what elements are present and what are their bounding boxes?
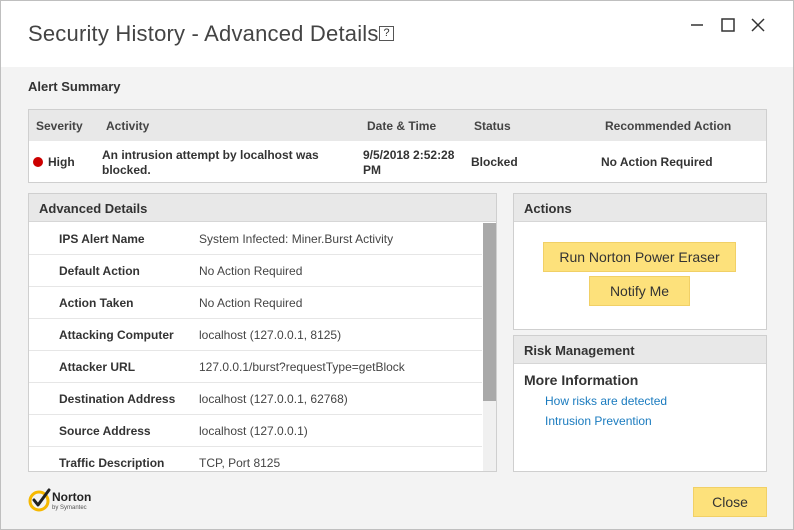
logo-text: Norton	[52, 490, 92, 504]
advanced-details-header: Advanced Details	[29, 194, 496, 222]
risk-management-title: Risk Management	[524, 343, 635, 358]
activity-value-line1: An intrusion attempt by localhost was	[102, 148, 319, 162]
detail-value: TCP, Port 8125	[199, 456, 281, 470]
help-button[interactable]: ?	[379, 26, 394, 41]
activity-value-line2: blocked.	[102, 163, 151, 177]
detail-label: Default Action	[59, 264, 140, 278]
severity-value: High	[48, 155, 75, 169]
norton-logo: Norton by Symantec	[28, 487, 108, 517]
risk-management-header: Risk Management	[514, 336, 766, 364]
actions-header: Actions	[514, 194, 766, 222]
datetime-value-line2: PM	[363, 163, 381, 177]
detail-value: localhost (127.0.0.1, 8125)	[199, 328, 342, 342]
detail-value: localhost (127.0.0.1, 62768)	[199, 392, 348, 406]
datetime-value-line1: 9/5/2018 2:52:28	[363, 148, 455, 162]
advanced-details-title: Advanced Details	[39, 201, 148, 216]
recommended-action-value: No Action Required	[601, 155, 713, 169]
maximize-icon	[721, 18, 735, 32]
norton-checkmark-icon	[28, 488, 51, 512]
column-header-recommended-action: Recommended Action	[605, 119, 732, 133]
window-title: Security History - Advanced Details	[28, 21, 379, 46]
detail-row-destination-address: Destination Address localhost (127.0.0.1…	[29, 383, 482, 415]
more-information-heading: More Information	[524, 372, 639, 388]
logo-subtext: by Symantec	[52, 505, 87, 511]
run-norton-power-eraser-button[interactable]: Run Norton Power Eraser	[543, 242, 736, 272]
detail-label: IPS Alert Name	[59, 232, 145, 246]
maximize-button[interactable]	[718, 15, 738, 35]
detail-row-attacking-computer: Attacking Computer localhost (127.0.0.1,…	[29, 319, 482, 351]
column-header-activity: Activity	[106, 119, 150, 133]
detail-row-source-address: Source Address localhost (127.0.0.1)	[29, 415, 482, 447]
alert-summary-title: Alert Summary	[28, 79, 121, 94]
intrusion-prevention-link[interactable]: Intrusion Prevention	[545, 414, 652, 428]
actions-title: Actions	[524, 201, 572, 216]
column-header-datetime: Date & Time	[367, 119, 437, 133]
detail-row-default-action: Default Action No Action Required	[29, 255, 482, 287]
detail-row-ips-alert-name: IPS Alert Name System Infected: Miner.Bu…	[29, 223, 482, 255]
column-header-severity: Severity	[36, 119, 83, 133]
advanced-details-list: IPS Alert Name System Infected: Miner.Bu…	[29, 223, 482, 471]
minimize-button[interactable]	[687, 15, 707, 35]
detail-value: No Action Required	[199, 296, 303, 310]
alert-summary-header: Severity Activity Date & Time Status Rec…	[29, 110, 766, 141]
detail-label: Attacker URL	[59, 360, 136, 374]
detail-label: Destination Address	[59, 392, 176, 406]
security-history-window: Security History - Advanced Details ? Al…	[0, 0, 794, 530]
advanced-details-panel: Advanced Details IPS Alert Name System I…	[28, 193, 497, 472]
column-header-status: Status	[474, 119, 511, 133]
status-value: Blocked	[471, 155, 518, 169]
detail-label: Source Address	[59, 424, 151, 438]
detail-value: No Action Required	[199, 264, 303, 278]
alert-summary-table: Severity Activity Date & Time Status Rec…	[28, 109, 767, 183]
detail-label: Action Taken	[59, 296, 134, 310]
minimize-icon	[691, 24, 703, 26]
actions-panel: Actions Run Norton Power Eraser Notify M…	[513, 193, 767, 330]
detail-value: System Infected: Miner.Burst Activity	[199, 232, 394, 246]
close-window-button[interactable]	[748, 15, 768, 35]
detail-label: Attacking Computer	[59, 328, 174, 342]
severity-high-icon	[33, 157, 43, 167]
risk-management-panel: Risk Management More Information How ris…	[513, 335, 767, 472]
detail-label: Traffic Description	[59, 456, 165, 470]
close-icon	[751, 18, 765, 32]
detail-row-action-taken: Action Taken No Action Required	[29, 287, 482, 319]
detail-row-traffic-description: Traffic Description TCP, Port 8125	[29, 447, 482, 471]
content-area: Alert Summary Severity Activity Date & T…	[1, 67, 793, 529]
detail-value: 127.0.0.1/burst?requestType=getBlock	[199, 360, 405, 374]
notify-me-button[interactable]: Notify Me	[589, 276, 690, 306]
how-risks-are-detected-link[interactable]: How risks are detected	[545, 394, 667, 408]
detail-row-attacker-url: Attacker URL 127.0.0.1/burst?requestType…	[29, 351, 482, 383]
details-scrollbar-thumb[interactable]	[483, 223, 496, 401]
detail-value: localhost (127.0.0.1)	[199, 424, 308, 438]
title-bar: Security History - Advanced Details ?	[1, 1, 793, 67]
close-button[interactable]: Close	[693, 487, 767, 517]
